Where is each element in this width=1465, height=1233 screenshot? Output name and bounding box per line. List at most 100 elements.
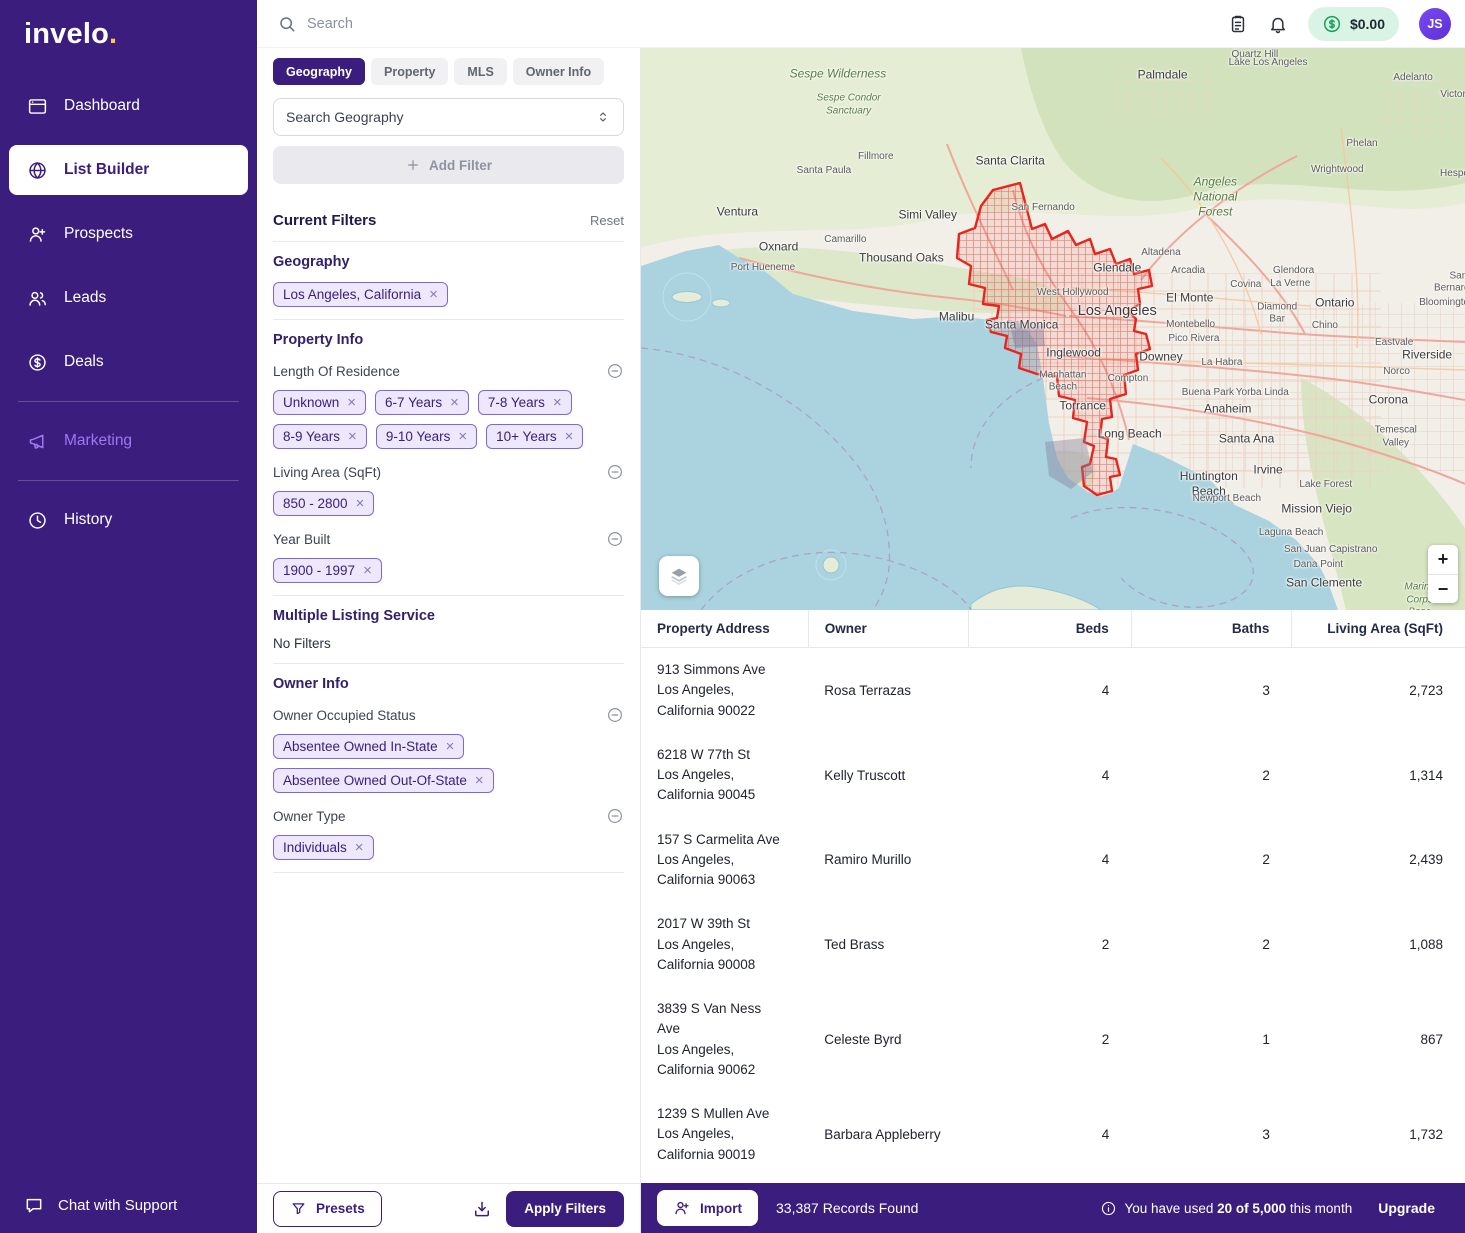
chat-with-support[interactable]: Chat with Support xyxy=(0,1179,257,1233)
remove-tag-icon[interactable]: × xyxy=(348,429,357,444)
remove-tag-icon[interactable]: × xyxy=(356,496,365,511)
filter-tag[interactable]: Unknown × xyxy=(273,390,367,415)
owner-cell: Ted Brass xyxy=(824,937,885,953)
sidebar-item-list-builder[interactable]: List Builder xyxy=(9,145,248,195)
search-input[interactable] xyxy=(307,15,727,32)
upgrade-button[interactable]: Upgrade xyxy=(1378,1200,1435,1216)
remove-tag-icon[interactable]: × xyxy=(565,429,574,444)
filter-tag[interactable]: Absentee Owned In-State × xyxy=(273,734,465,759)
remove-group-icon[interactable] xyxy=(606,463,624,481)
bell-icon xyxy=(1268,14,1288,34)
results-table: Property Address Owner Beds Baths Living Are… xyxy=(641,610,1465,1177)
beds-cell: 4 xyxy=(1101,767,1110,783)
remove-tag-icon[interactable]: × xyxy=(475,773,484,788)
filter-tag[interactable]: 9-10 Years × xyxy=(375,424,478,449)
filter-tag[interactable]: 10+ Years × xyxy=(486,424,584,449)
column-header-baths: Baths xyxy=(1130,610,1292,648)
add-filter-button[interactable]: Add Filter xyxy=(273,146,624,184)
sidebar-nav: Dashboard List Builder Prospects Leads Deals… xyxy=(0,81,257,545)
presets-button[interactable]: Presets xyxy=(273,1190,382,1227)
filter-tag[interactable]: Individuals × xyxy=(273,835,374,860)
baths-cell: 1 xyxy=(1262,1032,1270,1047)
filter-tag[interactable]: 1900 - 1997 × xyxy=(273,558,382,583)
beds-cell: 4 xyxy=(1101,682,1110,698)
filter-group-label: Year Built xyxy=(273,531,331,547)
map[interactable]: Quartz Hill Lake Los Angeles Sespe Wildern… xyxy=(641,48,1465,610)
sidebar-item-label: Prospects xyxy=(64,225,133,242)
living-area-cell: 1,732 xyxy=(1409,1126,1443,1142)
sidebar-item-leads[interactable]: Leads xyxy=(9,273,248,323)
remove-tag-icon[interactable]: × xyxy=(355,840,364,855)
filter-tag[interactable]: 6-7 Years × xyxy=(375,390,469,415)
remove-tag-icon[interactable]: × xyxy=(450,395,459,410)
filter-group-header: Owner Occupied Status xyxy=(273,706,624,724)
filter-tags: Unknown × 6-7 Years × 7-8 Years × 8-9 Years × 9-… xyxy=(273,390,624,449)
tab-property[interactable]: Property xyxy=(371,58,449,85)
filter-section-title: Geography xyxy=(273,254,350,270)
baths-cell: 2 xyxy=(1262,767,1270,783)
zoom-out-button[interactable]: − xyxy=(1428,574,1458,603)
tab-owner-info[interactable]: Owner Info xyxy=(512,58,605,85)
remove-tag-icon[interactable]: × xyxy=(553,395,562,410)
results-table-container: Property Address Owner Beds Baths Living Are… xyxy=(641,610,1465,1183)
search-geography-select[interactable]: Search Geography xyxy=(273,98,624,136)
sidebar-item-dashboard[interactable]: Dashboard xyxy=(9,81,248,131)
remove-tag-icon[interactable]: × xyxy=(363,563,372,578)
filter-tag[interactable]: 7-8 Years × xyxy=(477,390,572,415)
table-row[interactable]: 6218 W 77th St Los Angeles, California 9… xyxy=(641,733,1465,818)
filter-sections: Geography Los Angeles, California × Propert… xyxy=(273,254,624,873)
filter-tag-label: 7-8 Years xyxy=(487,395,545,410)
remove-tag-icon[interactable]: × xyxy=(458,429,467,444)
filter-tag[interactable]: 8-9 Years × xyxy=(273,424,367,449)
sidebar-item-history[interactable]: History xyxy=(9,495,248,545)
tasks-button[interactable] xyxy=(1228,14,1248,34)
remove-tag-icon[interactable]: × xyxy=(347,395,356,410)
table-header-row: Property Address Owner Beds Baths Living Are… xyxy=(641,610,1465,648)
remove-group-icon[interactable] xyxy=(606,807,624,825)
filter-tag-label: Los Angeles, California xyxy=(283,287,422,302)
reset-filters-button[interactable]: Reset xyxy=(590,213,624,228)
notifications-button[interactable] xyxy=(1268,14,1288,34)
sidebar-item-deals[interactable]: Deals xyxy=(9,337,248,387)
table-row[interactable]: 3839 S Van Ness Ave Los Angeles, Califor… xyxy=(641,987,1465,1092)
current-filters-title: Current Filters xyxy=(273,212,377,229)
zoom-in-button[interactable]: + xyxy=(1428,545,1458,574)
map-image xyxy=(641,48,1465,610)
filter-group-header: Living Area (SqFt) xyxy=(273,463,624,481)
sidebar-item-prospects[interactable]: Prospects xyxy=(9,209,248,259)
marketing-icon xyxy=(27,431,48,452)
filter-tag-label: Unknown xyxy=(283,395,340,410)
sidebar-item-marketing[interactable]: Marketing xyxy=(9,416,248,466)
balance-button[interactable]: $0.00 xyxy=(1307,6,1399,41)
export-button[interactable] xyxy=(472,1199,492,1219)
table-row[interactable]: 913 Simmons Ave Los Angeles, California … xyxy=(641,648,1465,733)
remove-tag-icon[interactable]: × xyxy=(446,739,455,754)
filter-tag[interactable]: Los Angeles, California × xyxy=(273,282,448,307)
table-row[interactable]: 1239 S Mullen Ave Los Angeles, Californi… xyxy=(641,1092,1465,1177)
tab-geography[interactable]: Geography xyxy=(273,58,365,85)
beds-cell: 4 xyxy=(1101,852,1110,868)
tab-mls[interactable]: MLS xyxy=(454,58,507,85)
map-layers-button[interactable] xyxy=(659,556,699,596)
filter-tag-label: 10+ Years xyxy=(496,429,557,444)
filter-group-label: Owner Occupied Status xyxy=(273,707,416,723)
remove-group-icon[interactable] xyxy=(606,530,624,548)
filter-tag[interactable]: Absentee Owned Out-Of-State × xyxy=(273,768,494,793)
import-button[interactable]: Import xyxy=(657,1190,758,1226)
download-icon xyxy=(472,1199,492,1219)
table-row[interactable]: 157 S Carmelita Ave Los Angeles, Califor… xyxy=(641,818,1465,903)
remove-group-icon[interactable] xyxy=(606,362,624,380)
living-area-cell: 2,723 xyxy=(1409,682,1443,698)
remove-tag-icon[interactable]: × xyxy=(429,287,438,302)
sidebar: invelo. Dashboard List Builder Prospects Le… xyxy=(0,0,257,1233)
chat-icon xyxy=(24,1195,44,1215)
search-icon xyxy=(277,14,297,34)
apply-filters-button[interactable]: Apply Filters xyxy=(506,1190,624,1227)
avatar[interactable]: JS xyxy=(1419,7,1451,40)
remove-group-icon[interactable] xyxy=(606,706,624,724)
filter-tag[interactable]: 850 - 2800 × xyxy=(273,491,375,516)
filter-section-title: Property Info xyxy=(273,332,364,348)
sidebar-item-label: Dashboard xyxy=(64,97,140,114)
table-row[interactable]: 2017 W 39th St Los Angeles, California 9… xyxy=(641,902,1465,987)
sidebar-divider xyxy=(18,401,239,402)
